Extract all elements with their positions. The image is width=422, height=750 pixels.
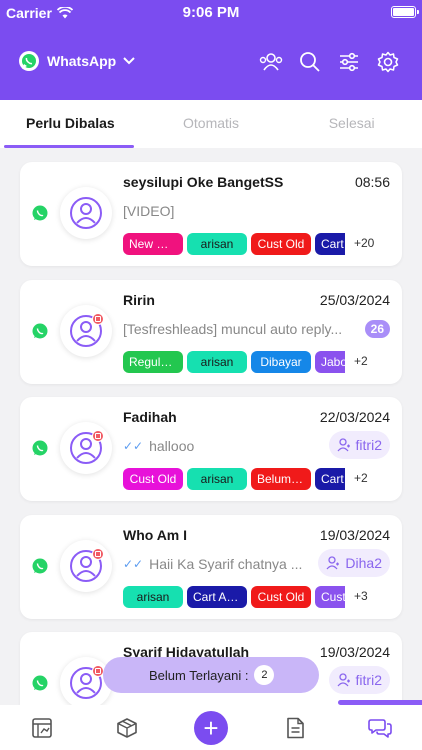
agent-name: fitri2 — [355, 672, 382, 688]
tag-list: Cust OldarisanBelum BayarCart Abandoned — [123, 468, 345, 490]
tab-perlu-dibalas[interactable]: Perlu Dibalas — [0, 100, 141, 148]
conversation-card[interactable]: seysilupi Oke BangetSS 08:56 [VIDEO] New… — [20, 162, 402, 266]
bottom-nav: + — [0, 705, 422, 750]
tag: New Customer — [123, 233, 183, 255]
contact-name: seysilupi Oke BangetSS — [123, 174, 284, 190]
message-time: 08:56 — [354, 174, 390, 190]
agent-icon — [337, 673, 350, 687]
agent-icon — [337, 438, 350, 452]
message-text: hallooo — [149, 438, 195, 454]
conversation-card[interactable]: Fadihah 22/03/2024 ✓✓ hallooo fitri2 Cust… — [20, 397, 402, 501]
message-text: Haii Ka Syarif chatnya ... — [149, 556, 303, 572]
contact-name: Who Am I — [123, 527, 188, 543]
message-time: 19/03/2024 — [319, 644, 390, 660]
avatar — [60, 540, 112, 592]
more-tags-count: +20 — [354, 236, 375, 250]
add-button[interactable]: + — [189, 706, 233, 750]
avatar — [60, 422, 112, 474]
tag: Cust Old — [123, 468, 183, 490]
app-header: Carrier 9:06 PM WhatsApp — [0, 0, 422, 100]
instagram-badge-icon — [92, 313, 104, 325]
whatsapp-icon — [32, 323, 48, 339]
avatar — [60, 305, 112, 357]
add-icon: + — [193, 710, 228, 745]
tag-list: New CustomerarisanCust OldCart Abandoned — [123, 233, 345, 255]
tag: Dibayar — [251, 351, 311, 373]
tag-list: arisanCart AbandonedCust OldCust Jabodet… — [123, 586, 345, 608]
read-ticks-icon: ✓✓ — [123, 439, 144, 453]
app-switcher[interactable]: WhatsApp — [18, 50, 135, 72]
whatsapp-icon — [32, 675, 48, 691]
unattended-count: 2 — [254, 665, 275, 685]
tab-otomatis[interactable]: Otomatis — [141, 100, 282, 148]
app-name: WhatsApp — [47, 53, 117, 69]
whatsapp-icon — [19, 51, 39, 71]
contact-name: Fadihah — [123, 409, 177, 425]
dashboard-icon[interactable] — [20, 706, 64, 750]
message-preview: [Tesfreshleads] muncul auto reply... — [123, 321, 363, 337]
conversation-card[interactable]: Who Am I 19/03/2024 ✓✓ Haii Ka Syarif cha… — [20, 515, 402, 619]
more-tags-count: +2 — [354, 354, 368, 368]
instagram-badge-icon — [92, 430, 104, 442]
tag-list: Regular CustomerarisanDibayarJabodetabek — [123, 351, 345, 373]
agent-icon — [326, 556, 340, 570]
whatsapp-icon — [32, 205, 48, 221]
avatar — [60, 187, 112, 239]
message-preview: ✓✓ Haii Ka Syarif chatnya ... — [123, 556, 308, 572]
message-time: 25/03/2024 — [319, 292, 390, 308]
conversation-card[interactable]: Ririn 25/03/2024 [Tesfreshleads] muncul … — [20, 280, 402, 384]
message-preview: ✓✓ hallooo — [123, 438, 363, 454]
unattended-label: Belum Terlayani : — [149, 667, 249, 683]
tag: arisan — [187, 351, 247, 373]
tag: Jabodetabek — [315, 351, 345, 373]
tag: Regular Customer — [123, 351, 183, 373]
message-text: [Tesfreshleads] muncul auto reply... — [123, 321, 343, 337]
contacts-icon[interactable] — [259, 50, 283, 74]
search-icon[interactable] — [298, 50, 322, 74]
whatsapp-icon — [32, 558, 48, 574]
tag: Cust Jabodetabek — [315, 586, 345, 608]
tag: arisan — [187, 233, 247, 255]
tag: Cart Abandoned — [315, 468, 345, 490]
tab-selesai[interactable]: Selesai — [281, 100, 422, 148]
assigned-agent-badge[interactable]: Diha2 — [318, 549, 390, 577]
read-ticks-icon: ✓✓ — [123, 557, 144, 571]
message-text: [VIDEO] — [123, 203, 175, 219]
tag: arisan — [123, 586, 183, 608]
tag: Cart Abandoned — [187, 586, 247, 608]
message-time: 22/03/2024 — [319, 409, 390, 425]
message-preview: [VIDEO] — [123, 203, 363, 219]
assigned-agent-badge[interactable]: fitri2 — [328, 431, 390, 459]
battery-icon — [391, 6, 419, 18]
agent-name: fitri2 — [355, 437, 382, 453]
tab-bar: Perlu Dibalas Otomatis Selesai — [0, 100, 422, 148]
tag: Belum Bayar — [251, 468, 311, 490]
chat-icon[interactable] — [358, 706, 402, 750]
unread-count-badge: 26 — [364, 320, 390, 338]
chevron-down-icon — [123, 57, 135, 65]
message-time: 19/03/2024 — [319, 527, 390, 543]
tag: Cust Old — [251, 233, 311, 255]
tag: Cart Abandoned — [315, 233, 345, 255]
active-tab-indicator — [4, 145, 134, 148]
instagram-badge-icon — [92, 548, 104, 560]
user-icon — [70, 197, 102, 229]
status-bar: Carrier 9:06 PM — [0, 0, 422, 26]
header-actions — [259, 50, 400, 74]
whatsapp-icon — [32, 440, 48, 456]
settings-icon[interactable] — [376, 50, 400, 74]
agent-name: Diha2 — [345, 555, 382, 571]
tag: Cust Old — [251, 586, 311, 608]
unattended-badge[interactable]: Belum Terlayani : 2 — [103, 657, 319, 693]
clock: 9:06 PM — [182, 4, 240, 21]
more-tags-count: +2 — [354, 471, 368, 485]
tag: arisan — [187, 468, 247, 490]
document-icon[interactable] — [273, 706, 317, 750]
contact-name: Ririn — [123, 292, 155, 308]
filter-icon[interactable] — [337, 50, 361, 74]
more-tags-count: +3 — [354, 589, 368, 603]
box-icon[interactable] — [105, 706, 149, 750]
assigned-agent-badge[interactable]: fitri2 — [328, 666, 390, 694]
